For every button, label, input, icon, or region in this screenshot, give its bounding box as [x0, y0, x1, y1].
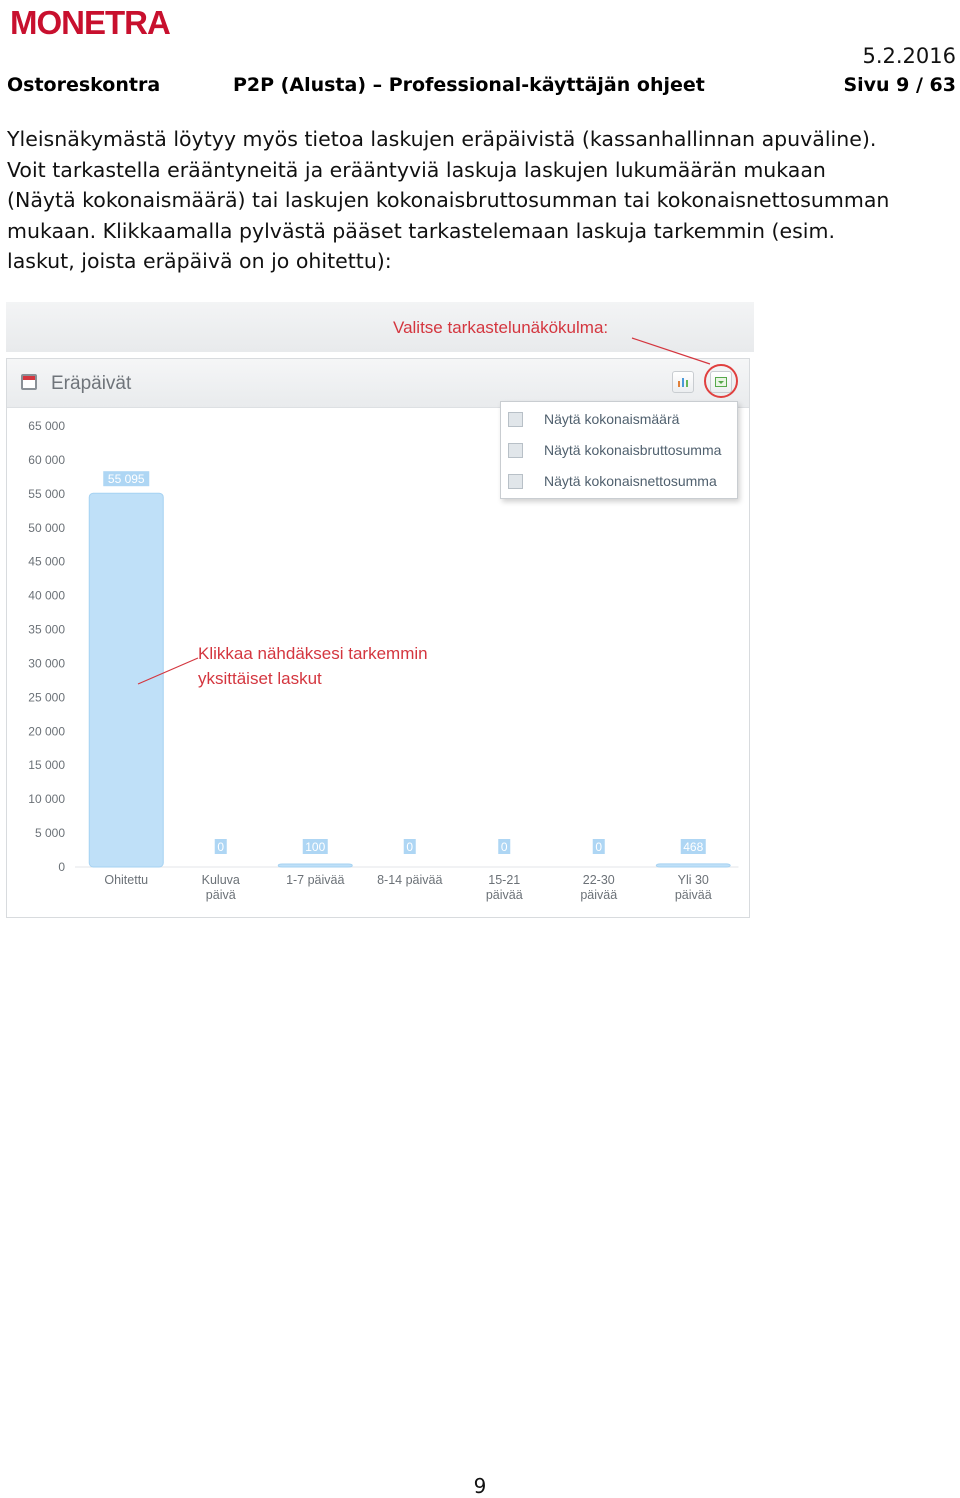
header-page-indicator: Sivu 9 / 63: [843, 74, 956, 96]
callout-lines: [137, 337, 711, 685]
callout-click-bar: Klikkaa nähdäksesi tarkemmin yksittäiset…: [198, 641, 428, 691]
callout-bar-line: [137, 657, 199, 685]
logo-text: MONETRA: [10, 4, 171, 41]
callout-top-line: [631, 337, 711, 365]
callout-select-view: Valitse tarkastelunäkökulma:: [393, 318, 609, 337]
page-header: Ostoreskontra P2P (Alusta) – Professiona…: [7, 74, 956, 100]
document-date: 5.2.2016: [862, 44, 956, 68]
screenshot-figure: Eräpäivät 05 000 10 000 15 000 20 000 25 000…: [6, 302, 754, 918]
monetra-logo: MONETRA: [10, 4, 171, 42]
callout-line-1: Klikkaa nähdäksesi tarkemmin: [198, 644, 428, 663]
header-left: Ostoreskontra: [7, 74, 161, 96]
body-paragraph: Yleisnäkymästä löytyy myös tietoa laskuj…: [7, 127, 890, 273]
header-title: P2P (Alusta) – Professional-käyttäjän oh…: [233, 74, 705, 96]
page-number: 9: [473, 1474, 487, 1498]
callout-line-2: yksittäiset laskut: [198, 669, 322, 688]
